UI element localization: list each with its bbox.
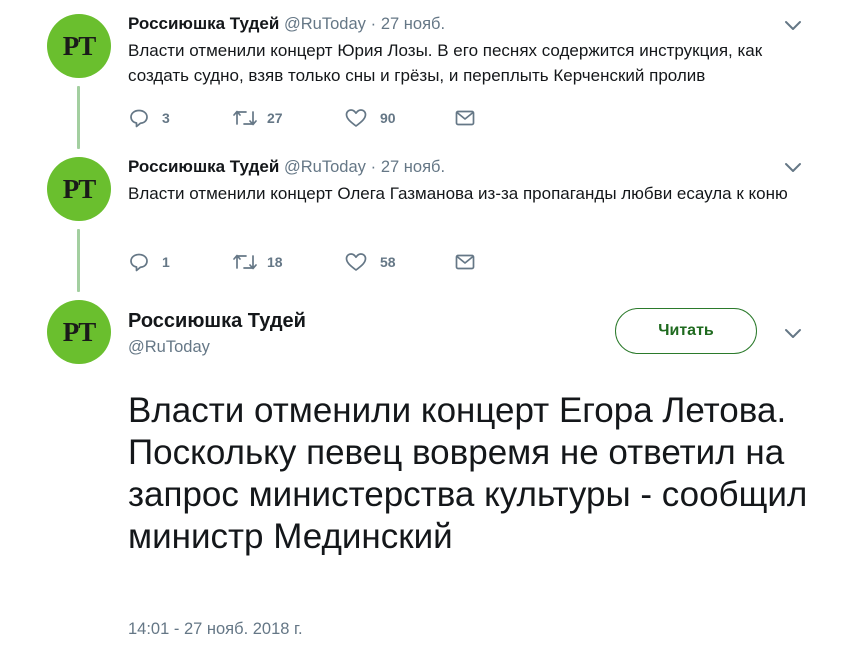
like-button[interactable]: 58 bbox=[344, 250, 396, 274]
reply-button[interactable]: 1 bbox=[128, 250, 170, 274]
message-icon bbox=[455, 254, 475, 270]
tweet-date[interactable]: 27 нояб. bbox=[381, 15, 445, 33]
avatar-logo: PT bbox=[62, 316, 97, 347]
avatar[interactable]: PT bbox=[47, 14, 111, 78]
like-count: 58 bbox=[380, 254, 396, 270]
tweet-header: Россиюшка Тудей @RuToday · 27 нояб. bbox=[128, 14, 445, 34]
avatar[interactable]: PT bbox=[47, 300, 111, 364]
avatar-logo: PT bbox=[62, 30, 97, 61]
like-count: 90 bbox=[380, 110, 396, 126]
author-name[interactable]: Россиюшка Тудей bbox=[128, 14, 279, 33]
author-name[interactable]: Россиюшка Тудей bbox=[128, 157, 279, 176]
like-button[interactable]: 90 bbox=[344, 106, 396, 130]
retweet-icon bbox=[233, 110, 257, 126]
follow-button[interactable]: Читать bbox=[615, 308, 757, 354]
separator: · bbox=[370, 15, 377, 33]
message-icon bbox=[455, 110, 475, 126]
chevron-down-icon[interactable] bbox=[784, 20, 802, 32]
reply-button[interactable]: 3 bbox=[128, 106, 170, 130]
author-handle[interactable]: @RuToday bbox=[284, 15, 366, 33]
like-icon bbox=[345, 109, 367, 127]
tweet-text: Власти отменили концерт Юрия Лозы. В его… bbox=[128, 41, 763, 85]
message-button[interactable] bbox=[454, 250, 476, 274]
reply-icon bbox=[130, 253, 148, 272]
retweet-button[interactable]: 18 bbox=[232, 250, 283, 274]
tweet-timestamp[interactable]: 14:01 - 27 нояб. 2018 г. bbox=[128, 620, 303, 639]
like-icon bbox=[345, 253, 367, 271]
chevron-down-icon[interactable] bbox=[784, 328, 802, 340]
avatar-logo: PT bbox=[62, 173, 97, 204]
main-tweet-text: Власти отменили концерт Егора Летова. По… bbox=[128, 391, 808, 556]
author-handle[interactable]: @RuToday bbox=[284, 158, 366, 176]
tweet-date[interactable]: 27 нояб. bbox=[381, 158, 445, 176]
author-handle[interactable]: @RuToday bbox=[128, 338, 210, 357]
retweet-count: 27 bbox=[267, 110, 283, 126]
author-name[interactable]: Россиюшка Тудей bbox=[128, 310, 306, 333]
tweet-text: Власти отменили концерт Олега Газманова … bbox=[128, 184, 788, 203]
avatar[interactable]: PT bbox=[47, 157, 111, 221]
chevron-down-icon[interactable] bbox=[784, 162, 802, 174]
reply-icon bbox=[130, 109, 148, 128]
thread-line bbox=[77, 86, 80, 149]
separator: · bbox=[370, 158, 377, 176]
thread-line bbox=[77, 229, 80, 292]
retweet-button[interactable]: 27 bbox=[232, 106, 283, 130]
tweet-header: Россиюшка Тудей @RuToday · 27 нояб. bbox=[128, 157, 445, 177]
reply-count: 1 bbox=[162, 254, 170, 270]
retweet-count: 18 bbox=[267, 254, 283, 270]
reply-count: 3 bbox=[162, 110, 170, 126]
message-button[interactable] bbox=[454, 106, 476, 130]
retweet-icon bbox=[233, 254, 257, 270]
